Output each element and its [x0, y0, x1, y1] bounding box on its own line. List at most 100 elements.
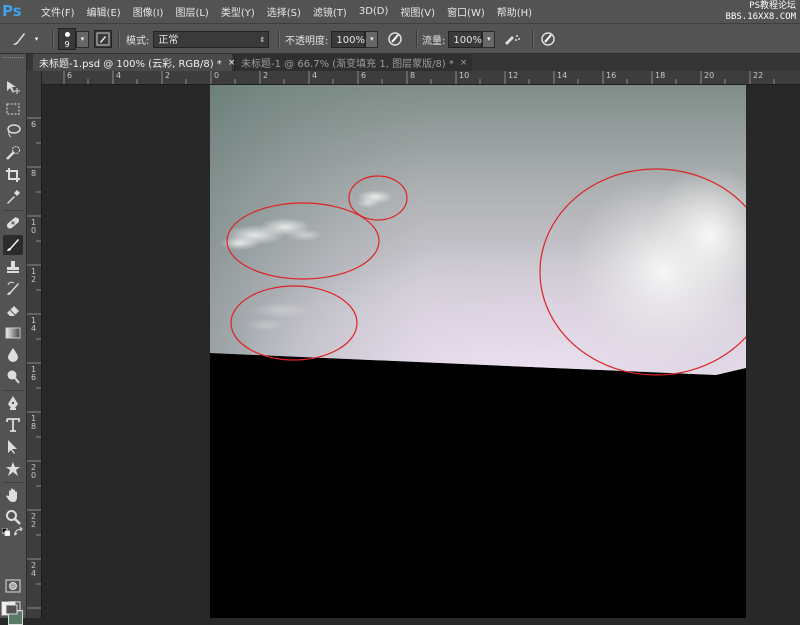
- divider: [3, 390, 24, 391]
- divider: [3, 210, 24, 211]
- opacity-input[interactable]: 100%: [331, 30, 366, 48]
- mode-select[interactable]: 正常 ⇕: [153, 30, 270, 48]
- watermark: PS教程论坛 BBS.16XX8.COM: [726, 1, 796, 23]
- ruler-label: 6: [31, 120, 37, 129]
- close-icon[interactable]: ×: [460, 58, 468, 68]
- divider: [118, 30, 120, 48]
- ruler-label: 14: [557, 71, 568, 80]
- vertical-ruler[interactable]: 6 8 10 12 14 16 18 20 22 24: [27, 71, 42, 618]
- swap-colors-icon[interactable]: [14, 527, 24, 537]
- gradient-tool-icon[interactable]: [3, 323, 23, 343]
- ruler-label: 18: [655, 71, 666, 80]
- brush-panel-icon[interactable]: [94, 30, 112, 48]
- airbrush-icon[interactable]: [501, 29, 523, 49]
- opacity-label: 不透明度:: [285, 35, 329, 47]
- eyedropper-tool-icon[interactable]: [3, 187, 23, 207]
- menu-window[interactable]: 窗口(W): [441, 4, 491, 19]
- menu-3d[interactable]: 3D(D): [353, 6, 395, 17]
- document-canvas[interactable]: [210, 85, 746, 618]
- eraser-tool-icon[interactable]: [3, 301, 23, 321]
- menu-select[interactable]: 选择(S): [261, 4, 307, 19]
- menu-filter[interactable]: 滤镜(T): [307, 4, 353, 19]
- menu-help[interactable]: 帮助(H): [491, 4, 538, 19]
- tab-label: 未标题-1.psd @ 100% (云彩, RGB/8) *: [39, 59, 222, 70]
- flow-input[interactable]: 100%: [448, 30, 483, 48]
- brush-tip-icon: [65, 32, 70, 37]
- tab-document-gradient[interactable]: 未标题-1 @ 66.7% (渐变填充 1, 图层蒙版/8) * ×: [234, 54, 472, 71]
- pressure-opacity-icon[interactable]: [384, 29, 406, 49]
- path-selection-tool-icon[interactable]: [3, 437, 23, 457]
- pen-tool-icon[interactable]: [3, 393, 23, 413]
- brush-tool-icon[interactable]: [3, 235, 23, 255]
- brush-size-dropdown-icon[interactable]: ▾: [76, 30, 89, 48]
- screen-mode-icon[interactable]: [3, 598, 23, 618]
- ruler-label: 12: [508, 71, 519, 80]
- menu-image[interactable]: 图像(I): [127, 4, 170, 19]
- mode-value: 正常: [158, 34, 179, 46]
- ruler-label: 10: [31, 218, 37, 235]
- ruler-label: 6: [67, 71, 73, 80]
- quick-selection-tool-icon[interactable]: [3, 143, 23, 163]
- zoom-tool-icon[interactable]: [3, 507, 23, 527]
- ruler-label: 2: [165, 71, 171, 80]
- custom-shape-tool-icon[interactable]: [3, 459, 23, 479]
- brush-preset-icon[interactable]: [8, 29, 30, 49]
- menu-edit[interactable]: 编辑(E): [81, 4, 127, 19]
- watermark-line1: PS教程论坛: [749, 1, 796, 11]
- workspace: [42, 85, 800, 618]
- ruler-label: 4: [116, 71, 122, 80]
- menu-type[interactable]: 类型(Y): [215, 4, 261, 19]
- ruler-label: 16: [606, 71, 617, 80]
- divider: [52, 30, 54, 48]
- ruler-label: 0: [214, 71, 220, 80]
- type-tool-icon[interactable]: [3, 415, 23, 435]
- menu-file[interactable]: 文件(F): [35, 4, 81, 19]
- tools-panel: [0, 54, 27, 625]
- divider: [416, 30, 418, 48]
- marquee-tool-icon[interactable]: [3, 99, 23, 119]
- flow-value: 100%: [453, 34, 482, 46]
- app-logo: Ps: [2, 2, 22, 20]
- mode-label: 模式:: [126, 35, 150, 47]
- default-colors-icon[interactable]: [2, 527, 10, 537]
- history-brush-tool-icon[interactable]: [3, 279, 23, 299]
- tab-document-clouds[interactable]: 未标题-1.psd @ 100% (云彩, RGB/8) * ×: [33, 54, 235, 71]
- ruler-label: 18: [31, 414, 37, 431]
- menu-view[interactable]: 视图(V): [394, 4, 441, 19]
- ruler-label: 20: [704, 71, 715, 80]
- brush-preset-dropdown-icon[interactable]: ▾: [30, 31, 43, 48]
- panel-grip[interactable]: [3, 57, 23, 60]
- tab-label: 未标题-1 @ 66.7% (渐变填充 1, 图层蒙版/8) *: [241, 59, 454, 70]
- flow-dropdown-icon[interactable]: ▾: [482, 30, 496, 48]
- ruler-label: 14: [31, 316, 37, 333]
- horizontal-ruler[interactable]: 6 4 2 0 2 4 6 8 10 12 14 16 18 20 22: [27, 71, 800, 85]
- divider: [532, 30, 534, 48]
- pressure-size-icon[interactable]: [537, 29, 559, 49]
- move-tool-icon[interactable]: [3, 77, 23, 97]
- ruler-label: 4: [312, 71, 318, 80]
- quick-mask-icon[interactable]: [3, 576, 23, 596]
- brush-size-picker[interactable]: 9: [58, 28, 76, 50]
- mode-select-arrows-icon: ⇕: [259, 35, 266, 44]
- flow-label: 流量:: [422, 35, 446, 47]
- menu-layer[interactable]: 图层(L): [169, 4, 214, 19]
- opacity-dropdown-icon[interactable]: ▾: [365, 30, 379, 48]
- divider: [278, 30, 280, 48]
- main-menu: 文件(F) 编辑(E) 图像(I) 图层(L) 类型(Y) 选择(S) 滤镜(T…: [35, 0, 538, 23]
- hand-tool-icon[interactable]: [3, 485, 23, 505]
- divider: [3, 482, 24, 483]
- ruler-label: 10: [459, 71, 470, 80]
- ruler-label: 22: [31, 512, 37, 529]
- healing-brush-tool-icon[interactable]: [3, 213, 23, 233]
- ruler-label: 2: [263, 71, 269, 80]
- opacity-value: 100%: [336, 34, 365, 46]
- crop-tool-icon[interactable]: [3, 165, 23, 185]
- ruler-label: 20: [31, 463, 37, 480]
- ruler-label: 12: [31, 267, 37, 284]
- clone-stamp-tool-icon[interactable]: [3, 257, 23, 277]
- options-bar: ▾ 9 ▾ 模式: 正常 ⇕ 不透明度: 100% ▾ 流量: 100% ▾: [0, 23, 800, 54]
- blur-tool-icon[interactable]: [3, 345, 23, 365]
- ruler-label: 8: [410, 71, 416, 80]
- dodge-tool-icon[interactable]: [3, 367, 23, 387]
- lasso-tool-icon[interactable]: [3, 121, 23, 141]
